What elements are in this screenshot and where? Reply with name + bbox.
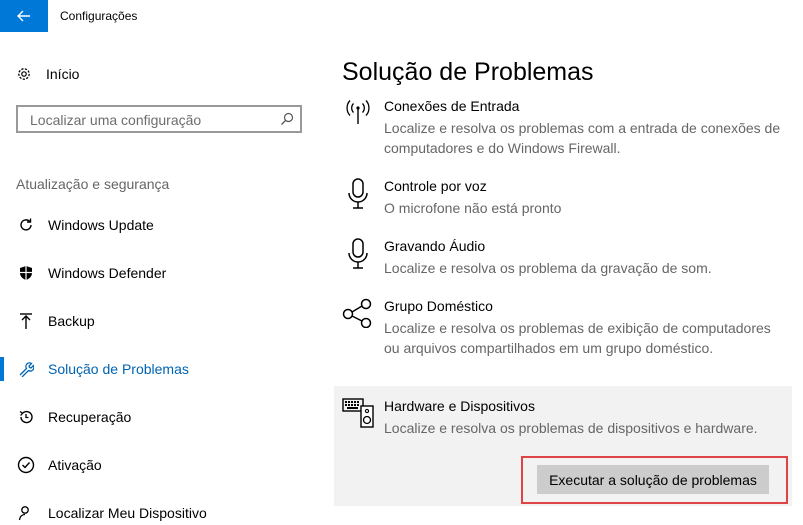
sidebar-item-backup[interactable]: Backup [0, 309, 320, 333]
troubleshooter-name: Conexões de Entrada [384, 98, 520, 114]
microphone-icon [342, 178, 374, 210]
search-icon[interactable] [280, 112, 294, 126]
gear-icon [18, 68, 30, 80]
sidebar-item-label: Windows Update [48, 217, 154, 233]
microphone-icon [342, 238, 374, 270]
person-location-icon [16, 503, 36, 523]
search-input[interactable] [28, 111, 272, 129]
back-button[interactable] [0, 0, 48, 32]
troubleshooter-desc: O microfone não está pronto [384, 200, 562, 216]
antenna-icon [342, 98, 374, 130]
run-button-highlight: Executar a solução de problemas [521, 456, 788, 504]
app-title: Configurações [60, 9, 138, 23]
title-bar: Configurações [0, 0, 803, 32]
sidebar-item-windows-update[interactable]: Windows Update [0, 213, 320, 237]
sidebar-item-recovery[interactable]: Recuperação [0, 405, 320, 429]
sidebar-item-label: Backup [48, 313, 95, 329]
history-icon [16, 407, 36, 427]
sidebar-item-label: Windows Defender [48, 265, 167, 281]
back-arrow-icon [17, 10, 30, 22]
troubleshooter-desc: Localize e resolva os problemas de exibi… [384, 320, 771, 356]
homegroup-icon [342, 298, 374, 330]
troubleshooter-name: Gravando Áudio [384, 238, 486, 254]
refresh-icon [16, 215, 36, 235]
shield-icon [16, 263, 36, 283]
hardware-icon [342, 398, 374, 430]
home-link[interactable]: Início [16, 63, 79, 85]
troubleshooter-hardware[interactable]: Hardware e Dispositivos Localize e resol… [342, 398, 792, 438]
sidebar-item-label: Solução de Problemas [48, 361, 189, 377]
sidebar-item-label: Recuperação [48, 409, 132, 425]
sidebar-item-troubleshoot[interactable]: Solução de Problemas [0, 357, 320, 381]
sidebar-item-activation[interactable]: Ativação [0, 453, 320, 477]
troubleshooter-desc: Localize e resolva os problemas de dispo… [384, 420, 758, 436]
troubleshooter-incoming-connections[interactable]: Conexões de Entrada Localize e resolva o… [342, 98, 792, 158]
troubleshooter-desc: Localize e resolva os problema da gravaç… [384, 260, 712, 276]
troubleshooter-voice-control[interactable]: Controle por voz O microfone não está pr… [342, 178, 792, 218]
sidebar-item-label: Ativação [48, 457, 102, 473]
troubleshooter-name: Controle por voz [384, 178, 487, 194]
active-indicator [0, 357, 4, 381]
sidebar-item-label: Localizar Meu Dispositivo [48, 505, 207, 521]
check-circle-icon [16, 455, 36, 475]
troubleshooter-name: Grupo Doméstico [384, 298, 493, 314]
upload-icon [16, 311, 36, 331]
home-label: Início [46, 66, 80, 82]
wrench-icon [16, 359, 36, 379]
section-title: Atualização e segurança [16, 176, 170, 192]
troubleshooter-recording-audio[interactable]: Gravando Áudio Localize e resolva os pro… [342, 238, 792, 278]
troubleshooter-desc: Localize e resolva os problemas com a en… [384, 120, 781, 156]
run-troubleshooter-button[interactable]: Executar a solução de problemas [537, 465, 769, 494]
page-title: Solução de Problemas [342, 58, 594, 86]
sidebar-item-find-device[interactable]: Localizar Meu Dispositivo [0, 501, 320, 525]
search-box[interactable] [16, 105, 302, 133]
sidebar-item-windows-defender[interactable]: Windows Defender [0, 261, 320, 285]
troubleshooter-name: Hardware e Dispositivos [384, 398, 535, 414]
troubleshooter-homegroup[interactable]: Grupo Doméstico Localize e resolva os pr… [342, 298, 792, 378]
